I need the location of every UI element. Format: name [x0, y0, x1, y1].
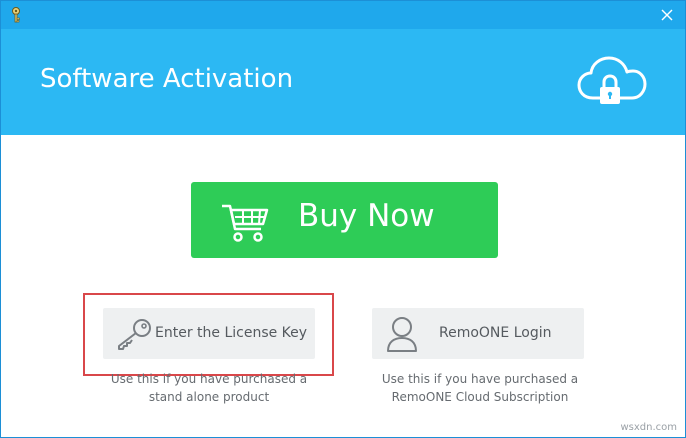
user-icon [386, 316, 418, 352]
buy-now-label: Buy Now [298, 198, 435, 234]
remoone-description: Use this if you have purchased a RemoONE… [360, 370, 600, 406]
activation-window: Software Activation Buy Now Enter the Li… [0, 0, 686, 438]
cloud-lock-icon [577, 54, 647, 110]
shopping-cart-icon [221, 202, 269, 244]
remoone-button-label: RemoONE Login [439, 325, 552, 341]
close-icon [661, 9, 673, 21]
remoone-description-line1: Use this if you have purchased a [381, 372, 579, 386]
app-key-icon [9, 6, 23, 24]
license-description-line2: stand alone product [148, 390, 270, 404]
remoone-description-line2: RemoONE Cloud Subscription [391, 390, 569, 404]
close-button[interactable] [655, 4, 679, 26]
watermark-text: wsxdn.com [620, 422, 677, 433]
page-title: Software Activation [40, 64, 294, 94]
license-description-line1: Use this if you have purchased a [110, 372, 308, 386]
header-banner: Software Activation [1, 29, 685, 135]
license-description: Use this if you have purchased a stand a… [89, 370, 329, 406]
buy-now-button[interactable]: Buy Now [191, 182, 498, 258]
license-button-label: Enter the License Key [155, 325, 308, 341]
title-bar [1, 1, 685, 29]
remoone-login-button[interactable]: RemoONE Login [372, 308, 584, 359]
enter-license-key-button[interactable]: Enter the License Key [103, 308, 315, 359]
key-icon [115, 318, 153, 350]
